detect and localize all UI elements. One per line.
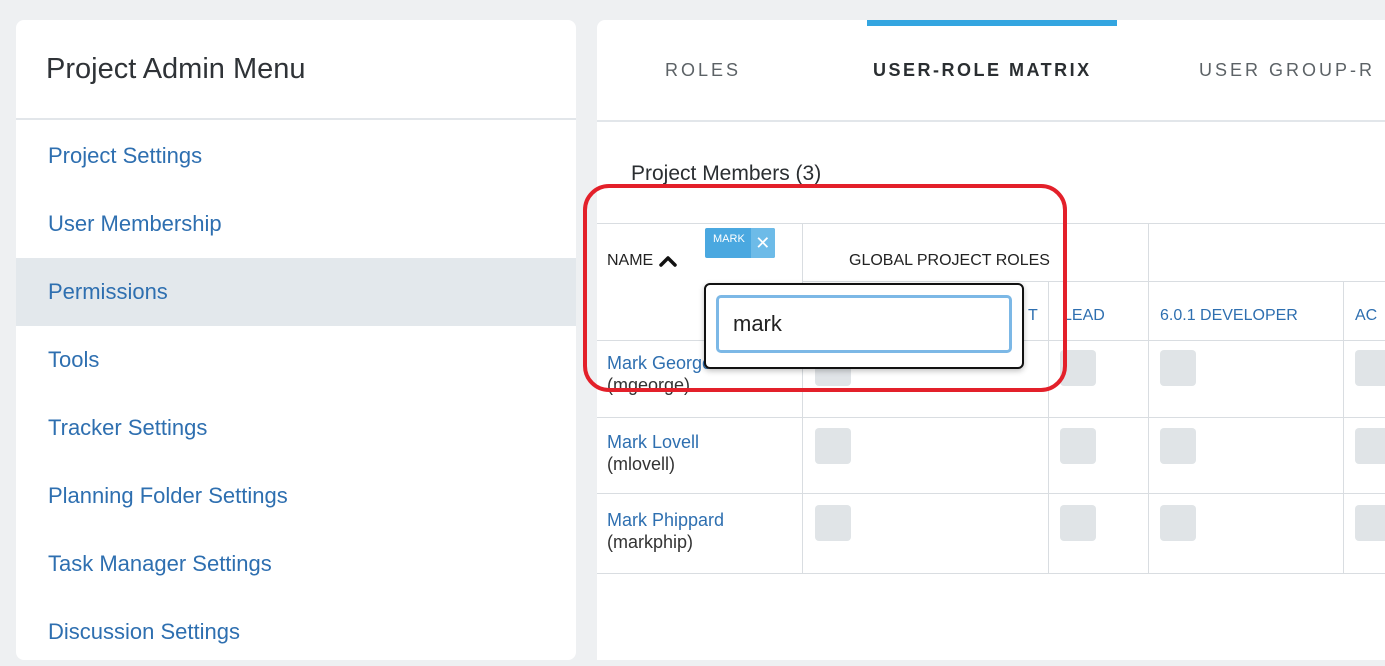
role-column-header-developer[interactable]: 6.0.1 DEVELOPER	[1160, 307, 1298, 325]
member-name-link[interactable]: Mark Lovell (mlovell)	[607, 431, 699, 475]
table-top-border	[597, 223, 1385, 224]
project-members-title: Project Members (3)	[631, 162, 822, 185]
member-name: Mark Phippard	[607, 510, 725, 530]
role-checkbox[interactable]	[1160, 350, 1196, 386]
sidebar-item-permissions[interactable]: Permissions	[16, 258, 576, 326]
role-checkbox[interactable]	[815, 505, 851, 541]
tab-roles[interactable]: ROLES	[665, 20, 741, 120]
project-admin-sidebar: Project Admin Menu Project Settings User…	[16, 20, 576, 660]
role-column-header-ac[interactable]: AC	[1355, 307, 1377, 325]
column-divider	[1048, 281, 1049, 573]
group-header-border	[802, 281, 1385, 282]
role-checkbox[interactable]	[1355, 505, 1385, 541]
role-column-header-lead[interactable]: LEAD	[1063, 307, 1105, 325]
tab-bar: ROLES USER-ROLE MATRIX USER GROUP-R	[597, 20, 1385, 122]
member-username: (mlovell)	[607, 454, 676, 474]
sidebar-item-task-manager-settings[interactable]: Task Manager Settings	[16, 530, 576, 598]
member-username: (mgeorge)	[607, 375, 691, 395]
role-checkbox[interactable]	[1355, 350, 1385, 386]
close-icon[interactable]: ✕	[750, 228, 775, 258]
sidebar-item-tools[interactable]: Tools	[16, 326, 576, 394]
role-column-header[interactable]: T	[1028, 307, 1038, 325]
role-checkbox[interactable]	[1160, 505, 1196, 541]
role-checkbox[interactable]	[1060, 428, 1096, 464]
permissions-panel: ROLES USER-ROLE MATRIX USER GROUP-R Proj…	[597, 20, 1385, 660]
member-name-link[interactable]: Mark George (mgeorge)	[607, 352, 712, 396]
name-filter-chip[interactable]: MARK ✕	[705, 228, 775, 258]
role-checkbox[interactable]	[1355, 428, 1385, 464]
sidebar-item-tracker-settings[interactable]: Tracker Settings	[16, 394, 576, 462]
role-checkbox[interactable]	[1060, 350, 1096, 386]
name-filter-popover	[704, 283, 1024, 369]
global-project-roles-header: GLOBAL PROJECT ROLES	[849, 252, 1050, 269]
column-divider	[802, 223, 803, 573]
member-username: (markphip)	[607, 532, 694, 552]
role-checkbox[interactable]	[1060, 505, 1096, 541]
sidebar-item-project-settings[interactable]: Project Settings	[16, 122, 576, 190]
role-checkbox[interactable]	[815, 428, 851, 464]
sidebar-item-planning-folder-settings[interactable]: Planning Folder Settings	[16, 462, 576, 530]
tab-user-group-roles[interactable]: USER GROUP-R	[1199, 20, 1375, 120]
row-border	[597, 493, 1385, 494]
filter-chip-label: MARK	[713, 233, 745, 245]
member-name: Mark George	[607, 353, 713, 373]
sidebar-menu: Project Settings User Membership Permiss…	[16, 122, 576, 666]
sidebar-item-discussion-settings[interactable]: Discussion Settings	[16, 598, 576, 666]
column-divider	[1148, 223, 1149, 573]
sort-ascending-icon[interactable]	[659, 255, 677, 267]
row-border	[597, 417, 1385, 418]
sidebar-title: Project Admin Menu	[16, 20, 576, 120]
name-header-label: NAME	[607, 252, 654, 269]
column-divider	[1343, 281, 1344, 573]
sidebar-item-user-membership[interactable]: User Membership	[16, 190, 576, 258]
row-border	[597, 573, 1385, 574]
member-name: Mark Lovell	[607, 432, 700, 452]
tab-user-role-matrix[interactable]: USER-ROLE MATRIX	[873, 20, 1092, 120]
member-name-link[interactable]: Mark Phippard (markphip)	[607, 509, 724, 553]
role-checkbox[interactable]	[1160, 428, 1196, 464]
name-filter-input[interactable]	[716, 295, 1012, 353]
name-column-header[interactable]: NAME	[607, 252, 677, 270]
